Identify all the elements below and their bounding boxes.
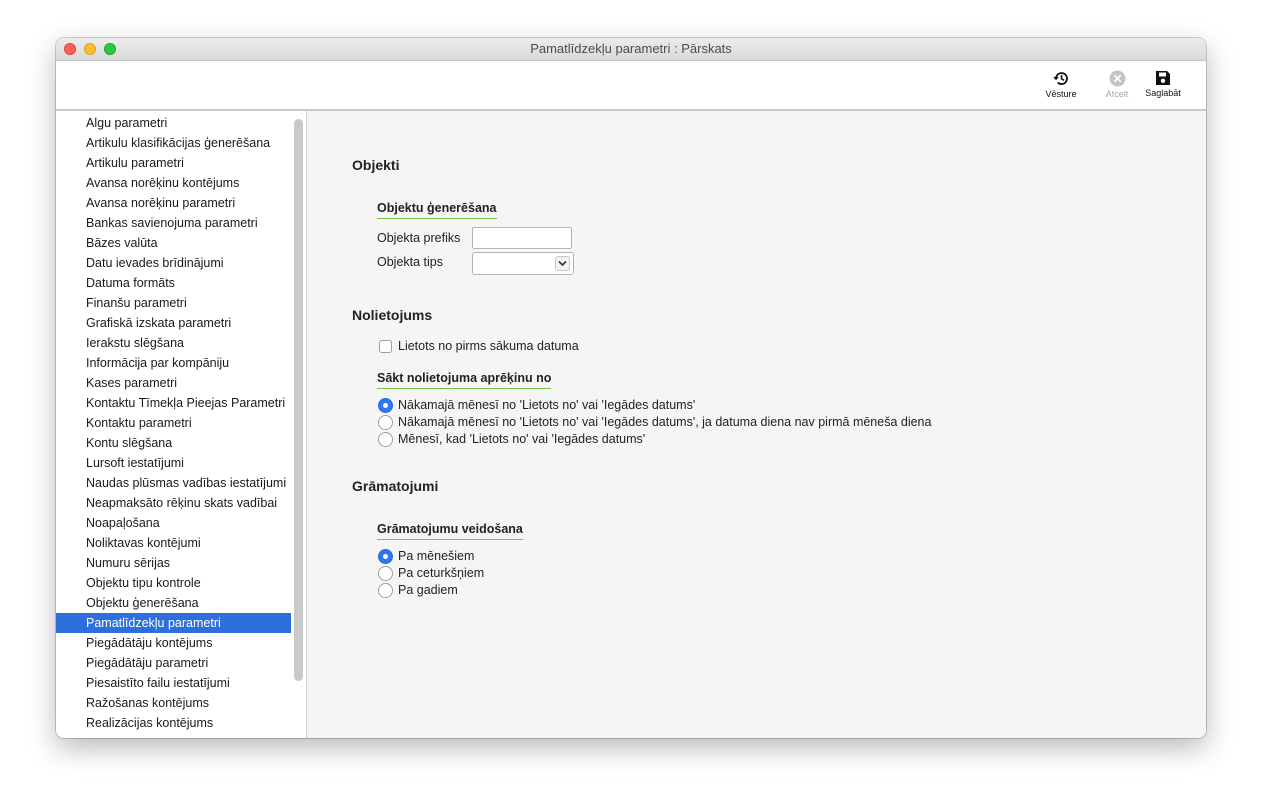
settings-sidebar: Algu parametri Artikulu klasifikācijas ģe… xyxy=(56,111,307,738)
settings-content: Objekti Objektu ģenerēšana Objekta prefi… xyxy=(307,111,1206,738)
section-title-gramatojumi: Grāmatojumi xyxy=(352,478,439,494)
sidebar-item[interactable]: Bankas savienojuma parametri xyxy=(56,213,291,233)
sidebar-item[interactable]: Realizācijas kontējums xyxy=(56,713,291,733)
sidebar-item[interactable]: Finanšu parametri xyxy=(56,293,291,313)
sidebar-item[interactable]: Ierakstu slēgšana xyxy=(56,333,291,353)
section-title-nolietojums: Nolietojums xyxy=(352,307,433,323)
sidebar-item[interactable]: Piegādātāju kontējums xyxy=(56,633,291,653)
sidebar-item[interactable]: Artikulu klasifikācijas ģenerēšana xyxy=(56,133,291,153)
sidebar-item[interactable]: Naudas plūsmas vadības iestatījumi xyxy=(56,473,291,493)
save-button[interactable]: Saglabāt xyxy=(1141,70,1185,98)
sidebar-item[interactable]: Algu parametri xyxy=(56,113,291,133)
depreciation-option-radio-2[interactable] xyxy=(378,415,393,430)
history-label: Vēsture xyxy=(1045,89,1077,99)
app-window: Pamatlīdzekļu parametri : Pārskats Vēstu… xyxy=(56,38,1206,738)
group-title-posting-creation: Grāmatojumu veidošana xyxy=(377,522,523,540)
sidebar-item[interactable]: Kontu slēgšana xyxy=(56,433,291,453)
sidebar-item[interactable]: Numuru sērijas xyxy=(56,553,291,573)
chevron-down-icon xyxy=(555,256,570,271)
sidebar-item[interactable]: Kontaktu parametri xyxy=(56,413,291,433)
toolbar: Vēsture Atcelt Saglabāt xyxy=(56,61,1206,111)
sidebar-item[interactable]: Kases parametri xyxy=(56,373,291,393)
sidebar-item[interactable]: Bāzes valūta xyxy=(56,233,291,253)
section-title-objekti: Objekti xyxy=(352,157,400,173)
object-prefix-input[interactable] xyxy=(472,227,572,249)
title-bar: Pamatlīdzekļu parametri : Pārskats xyxy=(56,38,1206,61)
sidebar-item[interactable]: Piegādātāju parametri xyxy=(56,653,291,673)
sidebar-item[interactable]: Pamatlīdzekļu parametri xyxy=(56,613,291,633)
posting-period-label-2: Pa ceturkšņiem xyxy=(398,566,485,580)
posting-period-radio-3[interactable] xyxy=(378,583,393,598)
cancel-icon xyxy=(1109,70,1125,87)
sidebar-item[interactable]: Datu ievades brīdinājumi xyxy=(56,253,291,273)
depreciation-option-radio-1[interactable] xyxy=(378,398,393,413)
save-icon xyxy=(1156,71,1170,85)
object-prefix-label: Objekta prefiks xyxy=(377,231,461,245)
posting-period-label-1: Pa mēnešiem xyxy=(398,549,475,563)
sidebar-item[interactable]: Piesaistīto failu iestatījumi xyxy=(56,673,291,693)
sidebar-item[interactable]: Noapaļošana xyxy=(56,513,291,533)
object-type-label: Objekta tips xyxy=(377,255,444,269)
depreciation-option-label-1: Nākamajā mēnesī no 'Lietots no' vai 'Ieg… xyxy=(398,398,696,412)
object-type-select[interactable] xyxy=(472,252,574,275)
sidebar-item[interactable]: Objektu ģenerēšana xyxy=(56,593,291,613)
settings-list: Algu parametri Artikulu klasifikācijas ģe… xyxy=(56,111,306,733)
posting-period-radio-2[interactable] xyxy=(378,566,393,581)
sidebar-item[interactable]: Neapmaksāto rēķinu skats vadībai xyxy=(56,493,291,513)
sidebar-item[interactable]: Noliktavas kontējumi xyxy=(56,533,291,553)
history-icon xyxy=(1053,72,1068,85)
posting-period-radio-1[interactable] xyxy=(378,549,393,564)
sidebar-item[interactable]: Grafiskā izskata parametri xyxy=(56,313,291,333)
group-title-depreciation-start: Sākt nolietojuma aprēķinu no xyxy=(377,371,552,389)
sidebar-scrollbar[interactable] xyxy=(294,119,303,681)
used-before-start-date-label: Lietots no pirms sākuma datuma xyxy=(398,339,579,353)
sidebar-item[interactable]: Artikulu parametri xyxy=(56,153,291,173)
sidebar-item[interactable]: Informācija par kompāniju xyxy=(56,353,291,373)
window-title: Pamatlīdzekļu parametri : Pārskats xyxy=(530,41,732,56)
sidebar-item[interactable]: Lursoft iestatījumi xyxy=(56,453,291,473)
posting-period-label-3: Pa gadiem xyxy=(398,583,458,597)
depreciation-option-radio-3[interactable] xyxy=(378,432,393,447)
history-button[interactable]: Vēsture xyxy=(1039,70,1083,99)
sidebar-item[interactable]: Kontaktu Tīmekļa Pieejas Parametri xyxy=(56,393,291,413)
save-label: Saglabāt xyxy=(1145,88,1181,98)
depreciation-option-label-2: Nākamajā mēnesī no 'Lietots no' vai 'Ieg… xyxy=(398,415,932,429)
group-title-object-generation: Objektu ģenerēšana xyxy=(377,201,497,219)
cancel-button[interactable]: Atcelt xyxy=(1095,70,1139,99)
used-before-start-date-checkbox[interactable] xyxy=(379,340,392,353)
depreciation-option-label-3: Mēnesī, kad 'Lietots no' vai 'Iegādes da… xyxy=(398,432,646,446)
sidebar-item[interactable]: Objektu tipu kontrole xyxy=(56,573,291,593)
sidebar-item[interactable]: Avansa norēķinu parametri xyxy=(56,193,291,213)
sidebar-item[interactable]: Avansa norēķinu kontējums xyxy=(56,173,291,193)
sidebar-item[interactable]: Datuma formāts xyxy=(56,273,291,293)
sidebar-item[interactable]: Ražošanas kontējums xyxy=(56,693,291,713)
cancel-label: Atcelt xyxy=(1105,89,1129,99)
